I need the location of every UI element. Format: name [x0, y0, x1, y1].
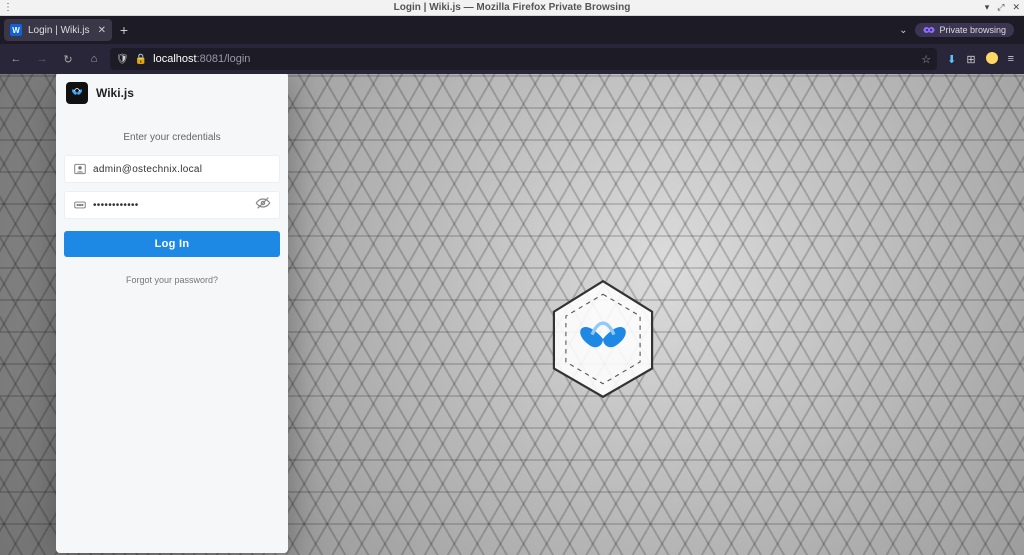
url-host: localhost — [153, 53, 196, 65]
password-icon — [73, 198, 87, 212]
new-tab-button[interactable]: + — [112, 22, 136, 38]
reload-button[interactable]: ↻ — [58, 53, 78, 66]
wikijs-logo-icon — [66, 82, 88, 104]
os-title-bar: ⋮ Login | Wiki.js — Mozilla Firefox Priv… — [0, 0, 1024, 16]
url-path: :8081/login — [197, 53, 251, 65]
login-prompt: Enter your credentials — [56, 110, 288, 155]
url-bar[interactable]: 🛡 🔒 localhost:8081/login ☆ — [110, 48, 937, 70]
browser-toolbar: ← → ↻ ⌂ 🛡 🔒 localhost:8081/login ☆ ⬇ ⊞ ≡ — [0, 44, 1024, 74]
page-content: Wiki.js Enter your credentials — [0, 74, 1024, 555]
password-field-wrapper — [64, 191, 280, 219]
app-name: Wiki.js — [96, 86, 134, 100]
back-button[interactable]: ← — [6, 53, 26, 65]
window-minimize-icon[interactable]: ▾ — [985, 2, 990, 13]
overflow-menu-icon[interactable]: ≡ — [1008, 53, 1014, 65]
password-field[interactable] — [93, 200, 249, 211]
toggle-password-visibility-icon[interactable] — [255, 195, 271, 216]
browser-tab[interactable]: W Login | Wiki.js ✕ — [4, 19, 112, 41]
lightbulb-icon[interactable] — [986, 52, 998, 67]
extensions-icon[interactable]: ⊞ — [966, 53, 975, 66]
center-hex-logo — [548, 279, 658, 399]
tabs-chevron-down-icon[interactable]: ⌄ — [899, 25, 907, 36]
lock-icon[interactable]: 🔒 — [135, 54, 147, 65]
downloads-icon[interactable]: ⬇ — [947, 53, 956, 66]
tab-favicon-icon: W — [10, 24, 22, 36]
browser-tab-strip: W Login | Wiki.js ✕ + ⌄ Private browsing — [0, 16, 1024, 44]
shield-icon[interactable]: 🛡 — [116, 54, 129, 65]
user-icon — [73, 162, 87, 176]
forward-button[interactable]: → — [32, 53, 52, 65]
private-browsing-badge: Private browsing — [915, 23, 1014, 37]
tab-close-icon[interactable]: ✕ — [98, 25, 106, 36]
os-window-title: Login | Wiki.js — Mozilla Firefox Privat… — [0, 2, 1024, 13]
window-close-icon[interactable]: ✕ — [1012, 2, 1020, 13]
login-card: Wiki.js Enter your credentials — [56, 74, 288, 553]
window-maximize-icon[interactable]: ⤢ — [997, 2, 1004, 13]
login-button[interactable]: Log In — [64, 231, 280, 257]
email-field[interactable] — [93, 164, 271, 175]
email-field-wrapper — [64, 155, 280, 183]
tab-label: Login | Wiki.js — [28, 25, 92, 36]
home-button[interactable]: ⌂ — [84, 53, 104, 65]
private-browsing-label: Private browsing — [939, 25, 1006, 35]
mask-icon — [923, 26, 935, 34]
forgot-password-link[interactable]: Forgot your password? — [56, 257, 288, 303]
bookmark-star-icon[interactable]: ☆ — [921, 53, 931, 66]
